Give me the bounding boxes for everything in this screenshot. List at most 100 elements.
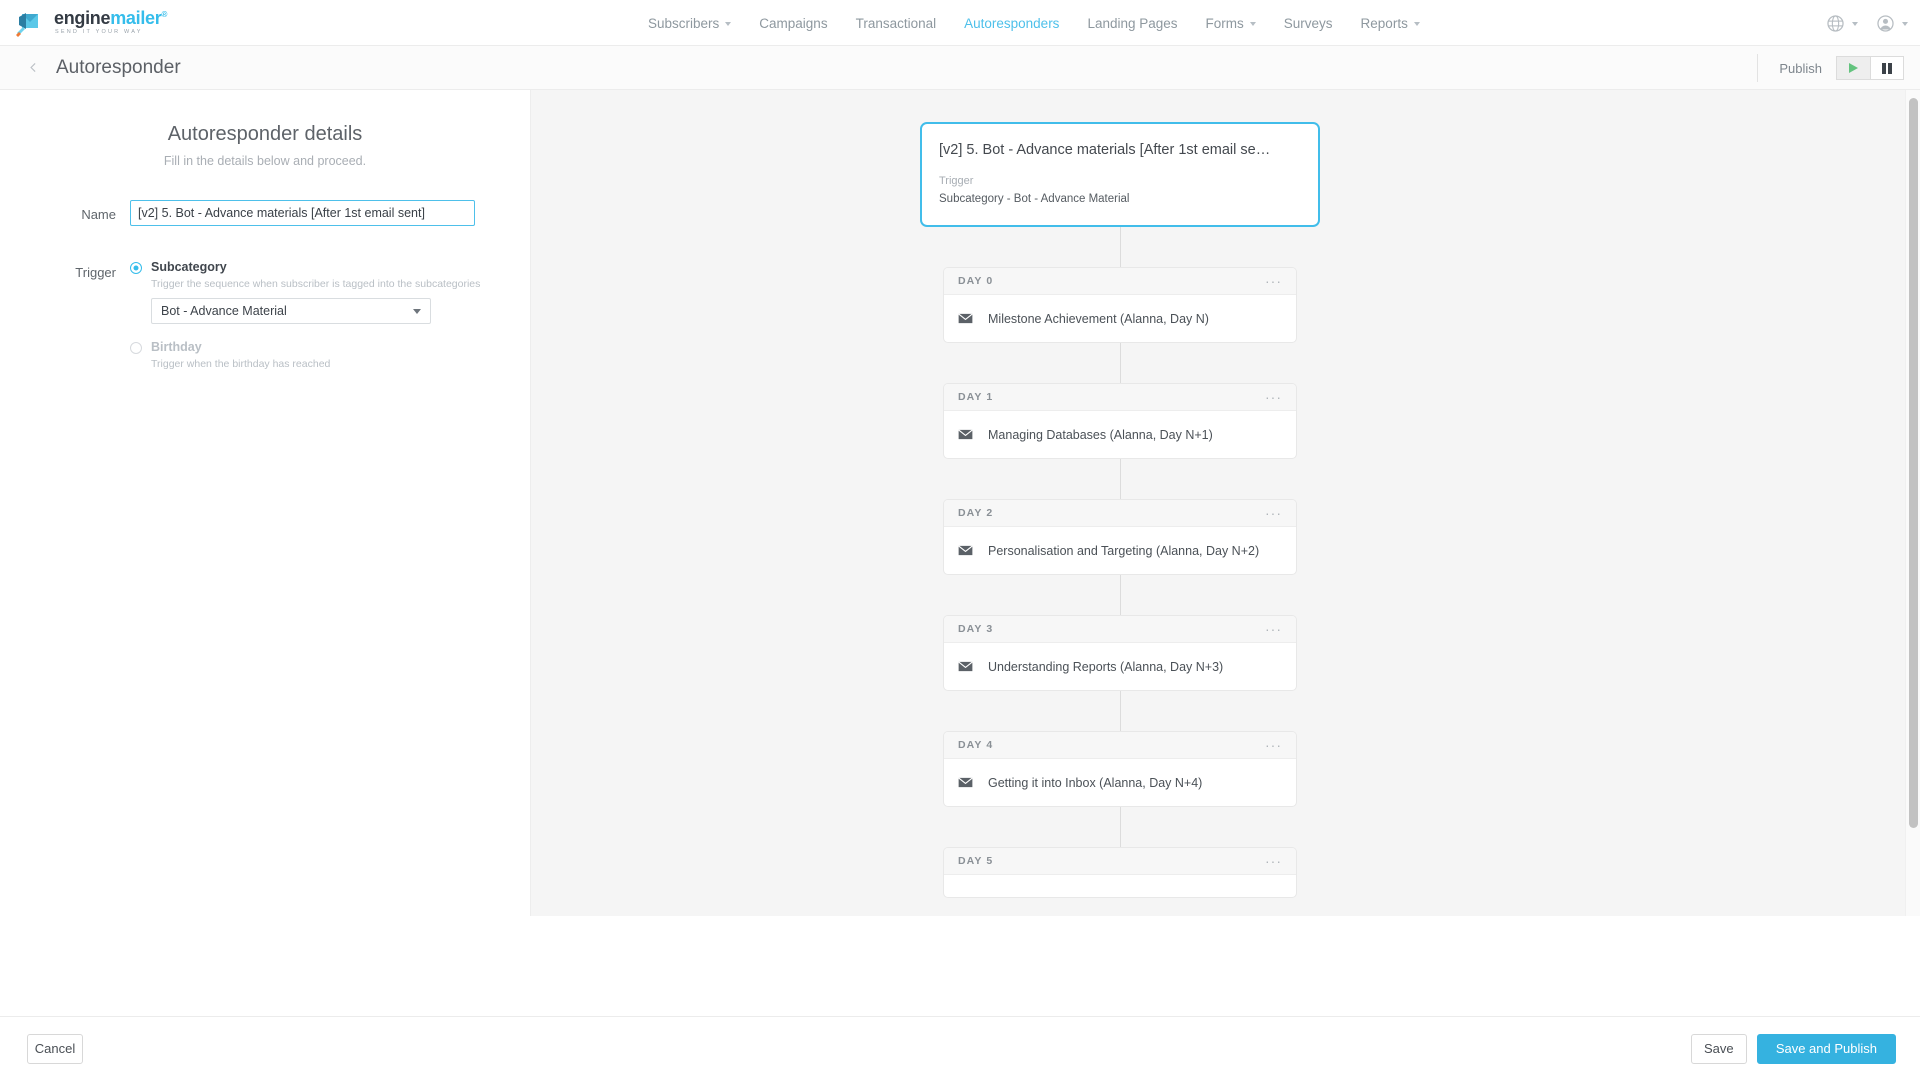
play-icon [1849,63,1858,73]
brand-name-engine: engine [54,8,110,28]
day-card-5[interactable]: DAY 5 ··· [943,847,1297,898]
day-card-0[interactable]: DAY 0 ··· Milestone Achievement (Alanna,… [943,267,1297,343]
enginemailer-logo-icon [14,7,46,39]
nav-item-forms[interactable]: Forms [1192,0,1270,46]
chevron-down-icon [1250,22,1256,26]
subcategory-select[interactable]: Bot - Advance Material [151,298,431,324]
day-card-header: DAY 4 ··· [944,732,1296,759]
envelope-icon [958,429,973,440]
day-label: DAY 4 [958,739,1265,751]
flow-column: [v2] 5. Bot - Advance materials [After 1… [920,122,1320,898]
nav-item-campaigns[interactable]: Campaigns [745,0,841,46]
day-card-body[interactable]: Getting it into Inbox (Alanna, Day N+4) [944,759,1296,806]
nav-item-reports[interactable]: Reports [1347,0,1434,46]
day-card-menu-icon[interactable]: ··· [1265,854,1282,868]
nav-label: Landing Pages [1087,16,1177,31]
day-card-menu-icon[interactable]: ··· [1265,390,1282,404]
day-card-body[interactable]: Understanding Reports (Alanna, Day N+3) [944,643,1296,690]
day-card-menu-icon[interactable]: ··· [1265,506,1282,520]
registered-mark: ® [161,10,167,19]
nav-item-surveys[interactable]: Surveys [1270,0,1347,46]
day-card-menu-icon[interactable]: ··· [1265,622,1282,636]
pause-icon [1882,63,1892,74]
radio-birthday-icon[interactable] [130,342,142,354]
day-card-2[interactable]: DAY 2 ··· Personalisation and Targeting … [943,499,1297,575]
nav-label: Autoresponders [964,16,1059,31]
name-input[interactable] [130,200,475,226]
autoresponder-flow-canvas[interactable]: [v2] 5. Bot - Advance materials [After 1… [531,90,1920,916]
nav-right-controls [1826,0,1908,46]
footer-right-actions: Save Save and Publish [1691,1034,1896,1064]
user-account-menu[interactable] [1876,14,1908,33]
chevron-left-icon [27,61,40,74]
day-card-body[interactable]: Managing Databases (Alanna, Day N+1) [944,411,1296,458]
day-label: DAY 3 [958,623,1265,635]
cancel-button[interactable]: Cancel [27,1034,83,1064]
flow-connector-line [1120,807,1121,847]
page-scrollbar-thumb[interactable] [1909,98,1918,828]
day-card-email-name: Understanding Reports (Alanna, Day N+3) [988,660,1223,674]
trigger-option-birthday-block: Birthday Trigger when the birthday has r… [130,340,480,370]
subcategory-selected-value: Bot - Advance Material [161,304,413,318]
chevron-down-icon [1852,22,1858,26]
nav-label: Forms [1206,16,1244,31]
nav-label: Transactional [856,16,937,31]
brand-logo[interactable]: enginemailer® SEND IT YOUR WAY [14,7,167,39]
trigger-option-title: Birthday [151,340,202,354]
day-card-menu-icon[interactable]: ··· [1265,274,1282,288]
save-button[interactable]: Save [1691,1034,1747,1064]
publish-control-group: Publish [1757,46,1904,90]
nav-item-autoresponders[interactable]: Autoresponders [950,0,1073,46]
flow-connector-line [1120,575,1121,615]
day-card-4[interactable]: DAY 4 ··· Getting it into Inbox (Alanna,… [943,731,1297,807]
nav-label: Campaigns [759,16,827,31]
day-card-3[interactable]: DAY 3 ··· Understanding Reports (Alanna,… [943,615,1297,691]
trigger-option-birthday[interactable]: Birthday [130,340,480,354]
publish-pause-button[interactable] [1870,56,1904,80]
save-and-publish-button[interactable]: Save and Publish [1757,1034,1896,1064]
nav-item-landing-pages[interactable]: Landing Pages [1073,0,1191,46]
page-scrollbar-track[interactable] [1905,90,1920,916]
flow-trigger-card[interactable]: [v2] 5. Bot - Advance materials [After 1… [920,122,1320,227]
trigger-field-row: Trigger Subcategory Trigger the sequence… [0,258,530,370]
envelope-icon [958,777,973,788]
trigger-option-subcategory-help: Trigger the sequence when subscriber is … [151,278,480,290]
name-label: Name [0,200,130,226]
chevron-down-icon [1414,22,1420,26]
day-card-body[interactable] [944,875,1296,897]
radio-subcategory-icon[interactable] [130,262,142,274]
page-header-bar: Autoresponder Publish [0,46,1920,90]
day-card-body[interactable]: Milestone Achievement (Alanna, Day N) [944,295,1296,342]
chevron-down-icon [413,309,421,314]
help-globe-menu[interactable] [1826,14,1858,33]
day-card-email-name: Milestone Achievement (Alanna, Day N) [988,312,1209,326]
envelope-icon [958,661,973,672]
day-card-1[interactable]: DAY 1 ··· Managing Databases (Alanna, Da… [943,383,1297,459]
form-title: Autoresponder details [0,123,530,146]
trigger-option-birthday-help: Trigger when the birthday has reached [151,358,480,370]
nav-item-subscribers[interactable]: Subscribers [634,0,745,46]
day-card-header: DAY 0 ··· [944,268,1296,295]
day-card-email-name: Getting it into Inbox (Alanna, Day N+4) [988,776,1202,790]
day-card-header: DAY 3 ··· [944,616,1296,643]
trigger-option-subcategory[interactable]: Subcategory [130,260,480,274]
trigger-options: Subcategory Trigger the sequence when su… [130,258,480,370]
help-globe-icon [1826,14,1845,33]
nav-item-transactional[interactable]: Transactional [842,0,951,46]
main-nav-links: Subscribers Campaigns Transactional Auto… [634,0,1434,46]
day-card-body[interactable]: Personalisation and Targeting (Alanna, D… [944,527,1296,574]
brand-tagline: SEND IT YOUR WAY [55,30,167,36]
publish-toggle-buttons [1836,56,1904,80]
day-card-menu-icon[interactable]: ··· [1265,738,1282,752]
autoresponder-details-panel: Autoresponder details Fill in the detail… [0,90,531,916]
flow-connector-line [1120,459,1121,499]
back-button[interactable] [26,61,40,75]
day-card-email-name: Managing Databases (Alanna, Day N+1) [988,428,1213,442]
brand-name-mailer: mailer [110,8,161,28]
day-card-header: DAY 2 ··· [944,500,1296,527]
publish-play-button[interactable] [1836,56,1870,80]
trigger-option-title: Subcategory [151,260,227,274]
form-subtitle: Fill in the details below and proceed. [0,154,530,168]
nav-label: Reports [1361,16,1408,31]
chevron-down-icon [725,22,731,26]
